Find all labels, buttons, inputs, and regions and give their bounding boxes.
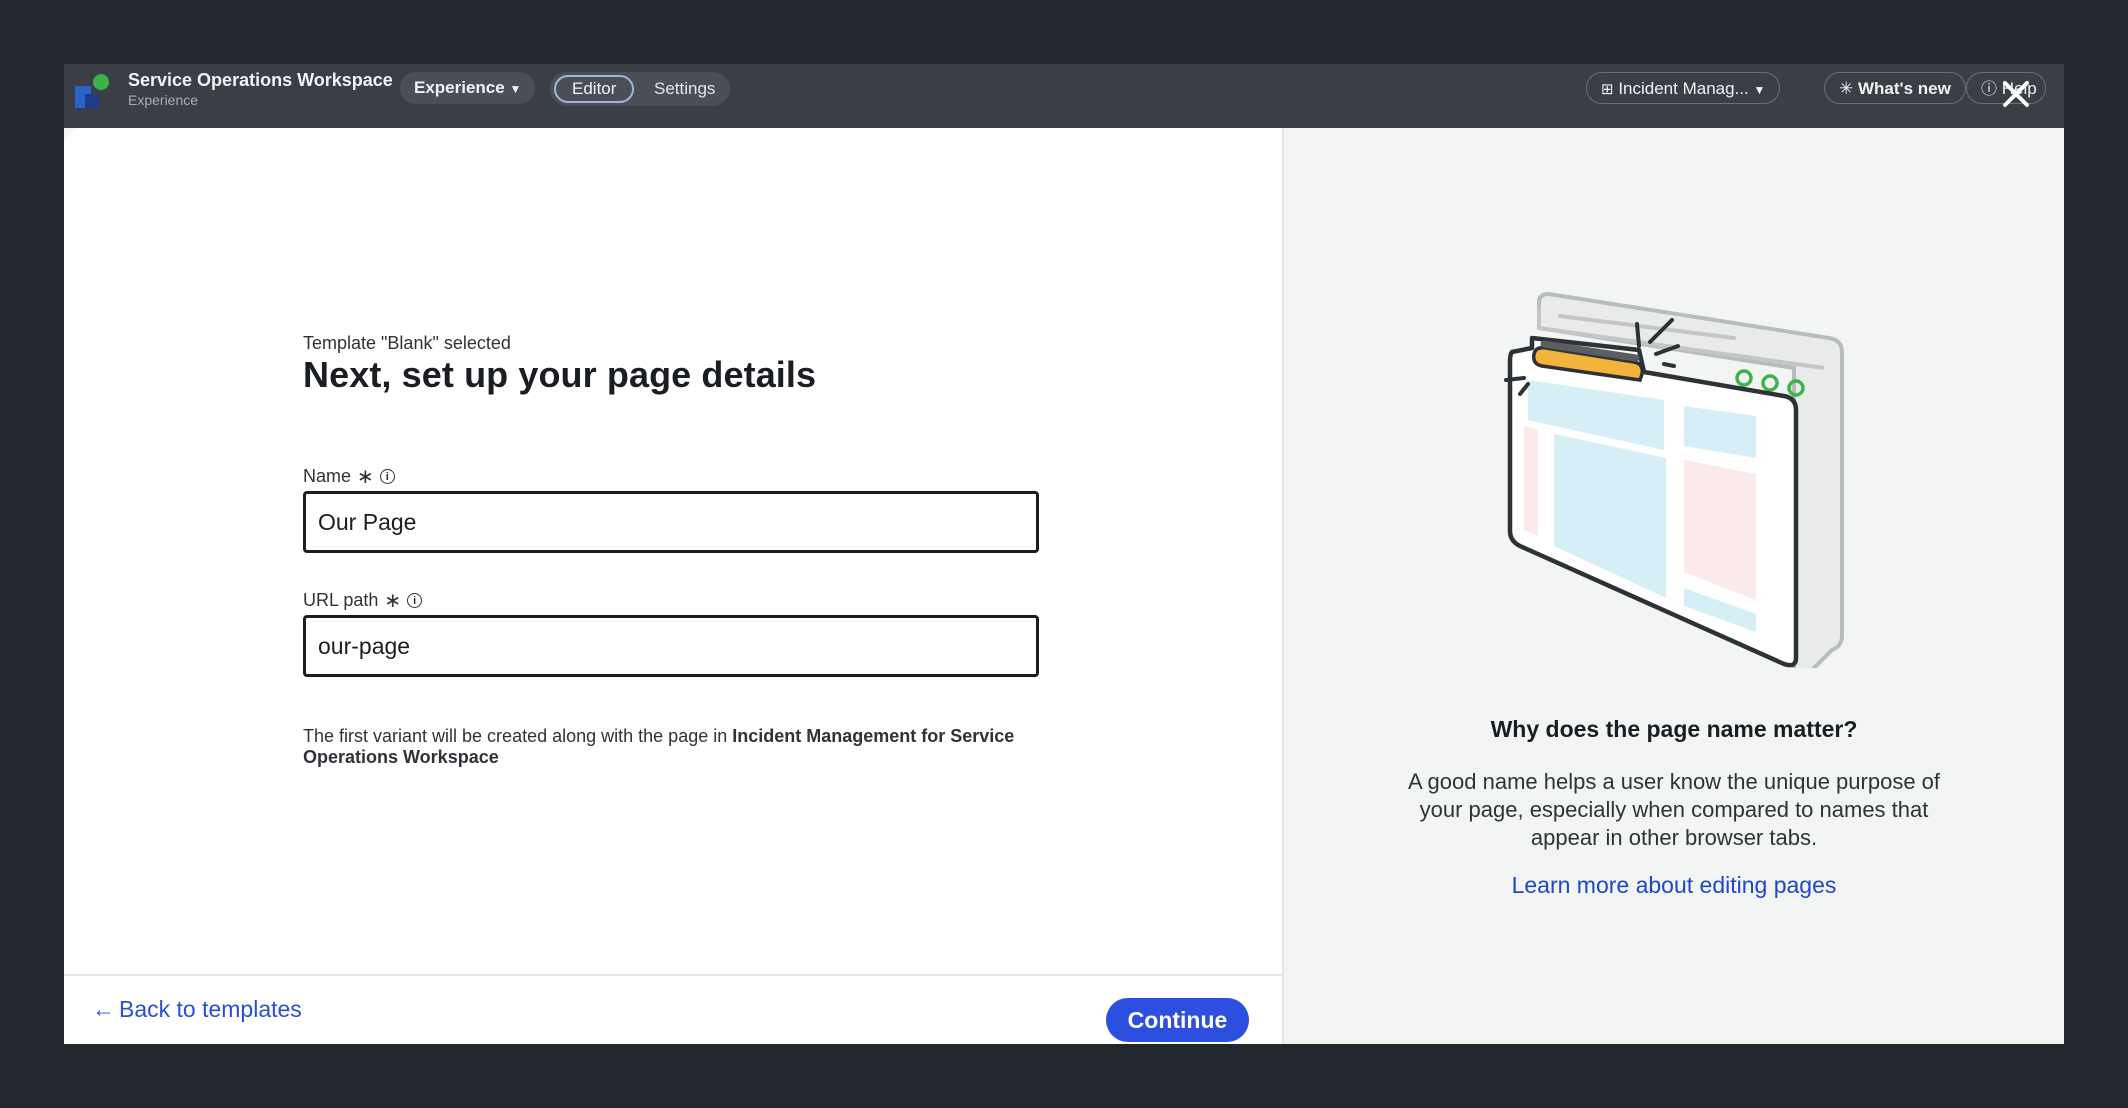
- form-panel: Template "Blank" selected Next, set up y…: [64, 128, 1284, 1044]
- name-label-row: Name ∗ i: [303, 466, 395, 487]
- url-path-label: URL path: [303, 590, 379, 610]
- url-path-input[interactable]: [303, 615, 1039, 677]
- arrow-left-icon: ←: [92, 996, 115, 1022]
- continue-button[interactable]: Continue: [1106, 998, 1249, 1042]
- learn-more-link[interactable]: Learn more about editing pages: [1284, 872, 2064, 899]
- required-asterisk-icon: ∗: [357, 465, 374, 488]
- app-logo: [75, 74, 109, 108]
- hierarchy-icon: ⊞: [1601, 81, 1614, 98]
- app-title: Service Operations Workspace: [128, 70, 393, 90]
- app-subtitle: Experience: [128, 92, 199, 108]
- tab-settings[interactable]: Settings: [654, 75, 715, 103]
- modal-footer: ← Back to templates Continue: [64, 974, 1282, 1044]
- close-icon: [2003, 81, 2029, 107]
- template-selected-text: Template "Blank" selected: [303, 333, 511, 353]
- required-asterisk-icon: ∗: [384, 589, 402, 612]
- back-to-templates-link[interactable]: ← Back to templates: [92, 996, 302, 1023]
- caret-down-icon: ▼: [509, 82, 522, 96]
- name-label: Name: [303, 466, 352, 486]
- url-label-row: URL path ∗ i: [303, 589, 423, 612]
- experience-menu[interactable]: Experience ▼: [400, 72, 536, 104]
- aside-title: Why does the page name matter?: [1490, 716, 1858, 742]
- browser-window-illustration: [1504, 291, 1844, 668]
- incident-selector-label: Incident Manag...: [1618, 79, 1749, 98]
- aside-body: A good name helps a user know the unique…: [1407, 769, 1941, 850]
- incident-selector[interactable]: ⊞ Incident Manag... ▼: [1586, 72, 1781, 104]
- caret-down-icon: ▼: [1753, 83, 1766, 97]
- help-panel: Why does the page name matter? A good na…: [1284, 128, 2064, 1044]
- help-icon: ⓘ: [1981, 81, 1998, 98]
- back-to-templates-label: Back to templates: [119, 996, 302, 1022]
- info-icon[interactable]: i: [379, 469, 395, 484]
- page-details-modal: Template "Blank" selected Next, set up y…: [64, 128, 2064, 1044]
- whats-new-label: What's new: [1857, 79, 1951, 98]
- editor-settings-switch: Editor Settings: [550, 72, 730, 106]
- whats-new-button[interactable]: ✳ What's new: [1824, 72, 1966, 104]
- page-title: Next, set up your page details: [303, 354, 817, 395]
- tab-editor[interactable]: Editor: [554, 75, 635, 103]
- app-top-bar: Service Operations Workspace Experience …: [64, 64, 2064, 128]
- variant-note-text: The first variant will be created along …: [303, 726, 733, 746]
- experience-menu-label: Experience: [414, 78, 505, 97]
- info-icon[interactable]: i: [407, 593, 423, 608]
- variant-note: The first variant will be created along …: [303, 726, 1043, 768]
- name-input[interactable]: [303, 491, 1039, 553]
- close-modal-button[interactable]: [1996, 74, 2036, 114]
- sparkle-icon: ✳: [1839, 79, 1854, 98]
